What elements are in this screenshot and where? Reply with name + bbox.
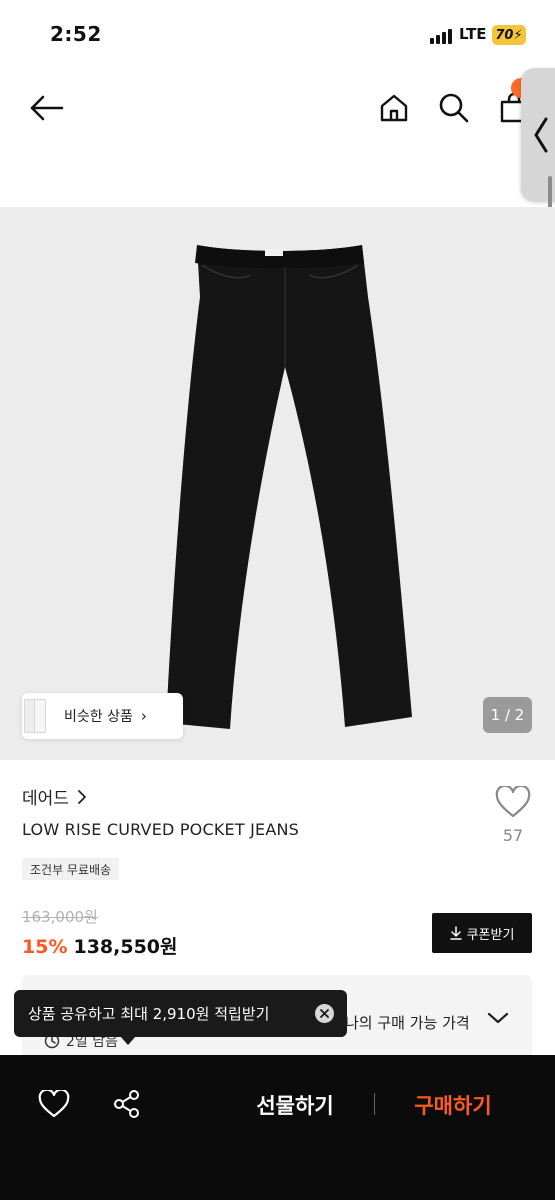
back-arrow-icon [30,95,64,121]
discount-rate: 15% [22,936,68,958]
download-icon [449,926,462,940]
divider [374,1093,375,1115]
search-button[interactable] [434,88,474,128]
like-button[interactable]: 57 [490,784,536,845]
status-bar: 2:52 LTE 70 ⚡ [0,0,555,70]
chevron-right-icon [78,789,86,804]
battery-level: 70 [495,27,514,43]
home-button[interactable] [374,88,414,128]
buy-button[interactable]: 구매하기 [380,1085,526,1125]
share-button[interactable] [110,1087,144,1121]
toast-pointer [120,1036,136,1045]
similar-products-button[interactable]: 비슷한 상품 › [22,693,183,739]
sale-price: 138,550원 [73,936,178,958]
purchase-price-label: 나의 구매 가능 가격 [345,1014,470,1032]
product-name: LOW RISE CURVED POCKET JEANS [22,820,299,839]
battery-icon: 70 ⚡ [492,25,526,45]
price-row: 15% 138,550원 [22,932,178,959]
page-indicator: 1 / 2 [483,697,532,733]
network-label: LTE [459,25,487,43]
share-icon [114,1090,139,1118]
back-button[interactable] [26,88,66,128]
chevron-down-icon[interactable] [486,1010,510,1030]
signal-icon [430,28,452,44]
similar-thumbnail [22,693,50,739]
search-icon [439,93,469,123]
like-count: 57 [502,826,524,845]
product-image-carousel[interactable]: 비슷한 상품 › 1 / 2 [0,207,555,760]
close-icon [320,1009,329,1018]
home-icon [380,94,408,122]
close-button[interactable] [315,1004,334,1023]
original-price: 163,000원 [22,908,98,926]
product-photo [166,245,412,729]
header [0,70,555,150]
brand-name: 데어드 [22,789,69,809]
status-time: 2:52 [50,22,102,46]
brand-link[interactable]: 데어드 [22,784,87,809]
shipping-badge: 조건부 무료배송 [22,858,120,880]
bottom-action-bar: 선물하기 구매하기 [0,1055,555,1200]
similar-products-label: 비슷한 상품 [64,709,133,725]
chevron-right-icon: › [140,707,147,725]
coupon-button[interactable]: 쿠폰받기 [432,913,532,953]
heart-icon [38,1090,70,1118]
share-reward-toast[interactable]: 상품 공유하고 최대 2,910원 적립받기 [14,990,347,1037]
toast-message: 상품 공유하고 최대 2,910원 적립받기 [28,1005,270,1023]
chevron-left-icon [534,117,548,153]
coupon-label: 쿠폰받기 [466,927,515,943]
heart-icon [495,784,531,818]
gift-button[interactable]: 선물하기 [222,1085,368,1125]
wishlist-button[interactable] [37,1087,71,1121]
